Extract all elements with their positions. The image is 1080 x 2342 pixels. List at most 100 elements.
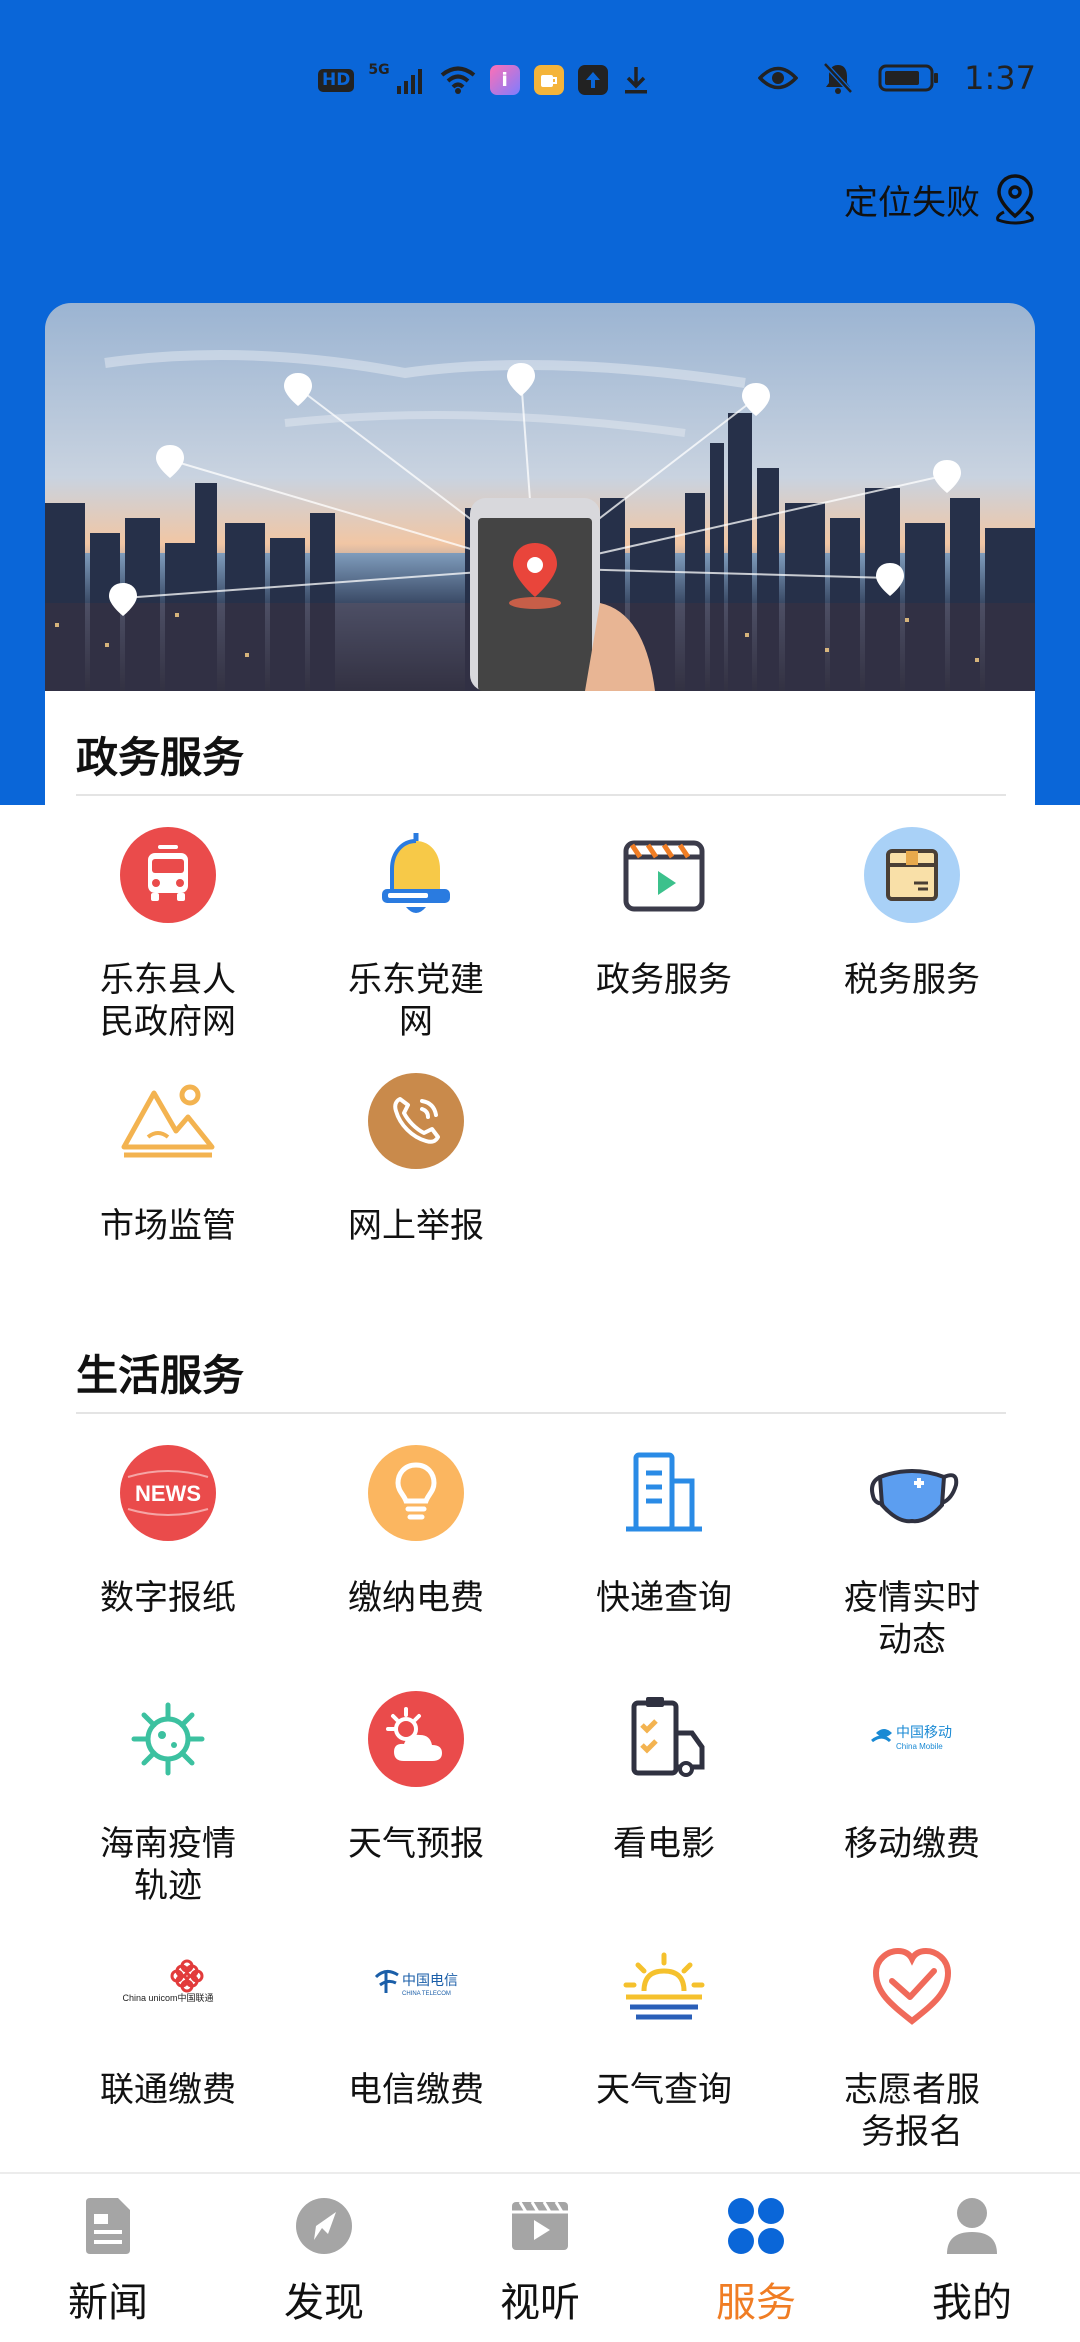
upload-icon bbox=[577, 65, 608, 95]
tab-media[interactable]: 视听 bbox=[432, 2174, 648, 2342]
life-item-label: 数字报纸 bbox=[100, 1578, 236, 1618]
life-item-unicom-payment[interactable]: China unicom中国联通 联通缴费 bbox=[44, 1935, 292, 2111]
gov-item-label: 网上举报 bbox=[348, 1206, 484, 1246]
life-item-label: 移动缴费 bbox=[844, 1824, 980, 1864]
gov-item-government-service[interactable]: 政务服务 bbox=[540, 825, 788, 1001]
china-mobile-logo: 中国移动 China Mobile bbox=[862, 1689, 962, 1789]
news-badge-text: NEWS bbox=[135, 1481, 201, 1506]
life-item-telecom-payment[interactable]: 中国电信 CHINA TELECOM 电信缴费 bbox=[292, 1935, 540, 2111]
svg-text:中国电信: 中国电信 bbox=[402, 1973, 458, 1989]
life-item-electricity[interactable]: 缴纳电费 bbox=[292, 1443, 540, 1619]
video-player-icon bbox=[614, 825, 714, 925]
news-icon: NEWS bbox=[118, 1443, 218, 1543]
location-text: 定位失败 bbox=[844, 182, 980, 223]
svg-text:CHINA TELECOM: CHINA TELECOM bbox=[402, 1991, 451, 1997]
svg-text:China Mobile: China Mobile bbox=[896, 1742, 943, 1751]
life-item-movie[interactable]: 看电影 bbox=[540, 1689, 788, 1865]
wifi-icon bbox=[440, 66, 475, 94]
gov-item-party-building[interactable]: 乐东党建网 bbox=[292, 825, 540, 1043]
svg-text:China unicom中国联通: China unicom中国联通 bbox=[122, 1992, 213, 2003]
heart-hand-icon bbox=[862, 1935, 962, 2035]
status-left: HD 5G i bbox=[318, 62, 650, 98]
gov-item-government-site[interactable]: 乐东县人民政府网 bbox=[44, 825, 292, 1043]
life-item-label: 联通缴费 bbox=[100, 2070, 236, 2110]
life-item-digital-newspaper[interactable]: NEWS 数字报纸 bbox=[44, 1443, 292, 1619]
china-unicom-logo: China unicom中国联通 bbox=[118, 1935, 218, 2035]
signal-icon bbox=[396, 69, 422, 94]
hd-badge: HD bbox=[318, 68, 355, 92]
app-notification-icon: i bbox=[489, 65, 520, 95]
tab-label: 视听 bbox=[500, 2280, 580, 2326]
gov-item-label: 税务服务 bbox=[844, 960, 980, 1000]
weather-icon bbox=[366, 1689, 466, 1789]
gov-item-tax-service[interactable]: 税务服务 bbox=[788, 825, 1036, 1001]
gov-item-online-report[interactable]: 网上举报 bbox=[292, 1071, 540, 1247]
life-item-label: 快递查询 bbox=[596, 1578, 732, 1618]
tab-label: 服务 bbox=[716, 2280, 796, 2326]
life-item-label: 海南疫情轨迹 bbox=[100, 1824, 236, 1906]
delivery-checklist-icon bbox=[614, 1689, 714, 1789]
status-bar: HD 5G i 1:37 bbox=[0, 0, 1080, 160]
tab-profile[interactable]: 我的 bbox=[864, 2174, 1080, 2342]
life-item-label: 看电影 bbox=[613, 1824, 715, 1864]
life-item-label: 电信缴费 bbox=[348, 2070, 484, 2110]
gov-item-label: 乐东县人民政府网 bbox=[100, 960, 236, 1042]
life-item-label: 缴纳电费 bbox=[348, 1578, 484, 1618]
tab-services[interactable]: 服务 bbox=[648, 2174, 864, 2342]
life-section-title: 生活服务 bbox=[76, 1351, 245, 1400]
phone-icon bbox=[366, 1071, 466, 1171]
location-pin-icon bbox=[996, 174, 1034, 225]
life-item-hainan-epidemic[interactable]: 海南疫情轨迹 bbox=[44, 1689, 292, 1907]
news-doc-icon bbox=[76, 2194, 140, 2258]
life-item-weather-forecast[interactable]: 天气预报 bbox=[292, 1689, 540, 1865]
gov-item-label: 乐东党建网 bbox=[348, 960, 484, 1042]
building-icon bbox=[614, 1443, 714, 1543]
download-icon bbox=[624, 67, 647, 94]
tab-label: 新闻 bbox=[68, 2280, 148, 2326]
battery-icon bbox=[878, 64, 939, 92]
gov-item-label: 政务服务 bbox=[596, 960, 732, 1000]
virus-icon bbox=[118, 1689, 218, 1789]
grid-icon bbox=[724, 2194, 788, 2258]
bell-icon bbox=[366, 825, 466, 925]
status-time: 1:37 bbox=[964, 59, 1036, 97]
life-item-label: 疫情实时动态 bbox=[844, 1578, 980, 1660]
network-type: 5G bbox=[368, 62, 390, 78]
life-item-express[interactable]: 快递查询 bbox=[540, 1443, 788, 1619]
video-icon bbox=[508, 2194, 572, 2258]
life-item-weather-query[interactable]: 天气查询 bbox=[540, 1935, 788, 2111]
tab-discover[interactable]: 发现 bbox=[216, 2174, 432, 2342]
life-item-label: 志愿者服务报名 bbox=[844, 2070, 980, 2152]
mute-icon bbox=[823, 62, 853, 94]
gov-item-label: 市场监管 bbox=[100, 1206, 236, 1246]
bus-icon bbox=[118, 825, 218, 925]
mask-icon bbox=[862, 1443, 962, 1543]
gov-section-title: 政务服务 bbox=[76, 733, 245, 782]
gov-section-divider bbox=[76, 794, 1006, 796]
bottom-nav: 新闻 发现 视听 服务 我的 bbox=[0, 2172, 1080, 2342]
life-item-mobile-payment[interactable]: 中国移动 China Mobile 移动缴费 bbox=[788, 1689, 1036, 1865]
life-section-divider bbox=[76, 1412, 1006, 1414]
banner-image[interactable] bbox=[45, 303, 1035, 691]
app-cup-icon bbox=[533, 65, 564, 95]
user-icon bbox=[940, 2194, 1004, 2258]
tab-label: 我的 bbox=[932, 2280, 1012, 2326]
location-status[interactable]: 定位失败 bbox=[844, 172, 1040, 226]
life-item-label: 天气预报 bbox=[348, 1824, 484, 1864]
life-item-volunteer[interactable]: 志愿者服务报名 bbox=[788, 1935, 1036, 2153]
lightbulb-icon bbox=[366, 1443, 466, 1543]
china-telecom-logo: 中国电信 CHINA TELECOM bbox=[366, 1935, 466, 2035]
life-item-epidemic-live[interactable]: 疫情实时动态 bbox=[788, 1443, 1036, 1661]
mountain-icon bbox=[118, 1071, 218, 1171]
svg-text:中国移动: 中国移动 bbox=[896, 1725, 952, 1741]
compass-icon bbox=[292, 2194, 356, 2258]
eye-icon bbox=[758, 66, 799, 90]
sunrise-icon bbox=[614, 1935, 714, 2035]
city-skyline-illustration bbox=[45, 303, 1035, 691]
life-item-label: 天气查询 bbox=[596, 2070, 732, 2110]
tab-news[interactable]: 新闻 bbox=[0, 2174, 216, 2342]
status-right: 1:37 bbox=[758, 56, 1036, 100]
gov-item-market-supervision[interactable]: 市场监管 bbox=[44, 1071, 292, 1247]
package-icon bbox=[862, 825, 962, 925]
tab-label: 发现 bbox=[284, 2280, 364, 2326]
